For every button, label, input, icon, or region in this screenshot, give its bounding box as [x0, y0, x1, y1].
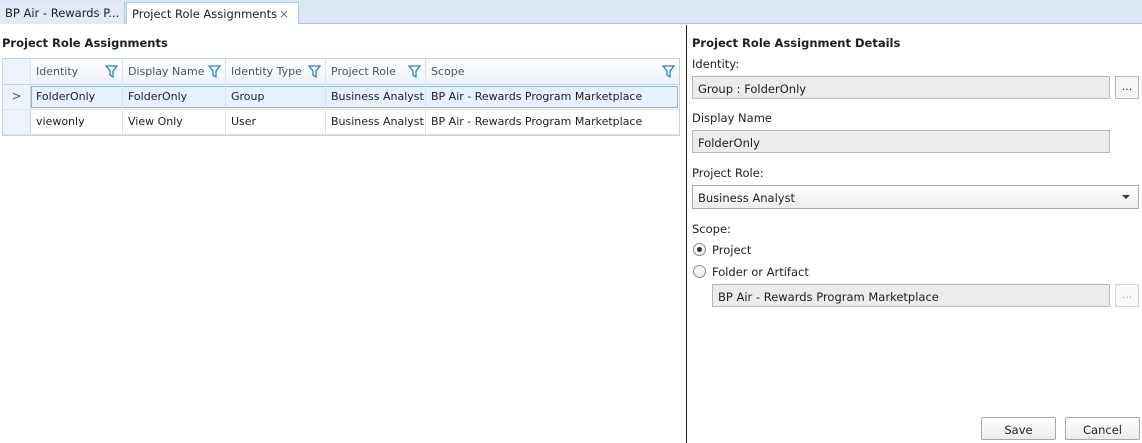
column-header-display-name[interactable]: Display Name — [123, 59, 226, 84]
project-role-select[interactable]: Business Analyst — [692, 185, 1139, 209]
cell-display-name: FolderOnly — [123, 86, 226, 110]
cell-identity: FolderOnly — [31, 86, 123, 110]
save-button[interactable]: Save — [981, 417, 1056, 440]
cell-project-role: Business Analyst — [326, 86, 426, 110]
project-role-value: Business Analyst — [698, 191, 796, 205]
folder-artifact-field[interactable]: BP Air - Rewards Program Marketplace — [712, 284, 1110, 307]
row-indicator — [3, 110, 31, 134]
row-indicator-header — [3, 59, 31, 84]
row-indicator: > — [3, 85, 31, 109]
tab-project-role-assignments[interactable]: Project Role Assignments × — [126, 2, 299, 25]
assignments-pane: Project Role Assignments Identity Displa… — [0, 25, 686, 443]
radio-button[interactable] — [693, 265, 706, 278]
close-icon[interactable]: × — [279, 7, 289, 21]
radio-label: Folder or Artifact — [712, 265, 809, 279]
identity-field[interactable]: Group : FolderOnly — [692, 76, 1110, 99]
cell-scope: BP Air - Rewards Program Marketplace — [431, 115, 643, 128]
radio-button-checked[interactable] — [693, 243, 706, 256]
grid-header: Identity Display Name Identity Type Proj… — [3, 59, 679, 85]
tab-label: Project Role Assignments — [132, 7, 278, 21]
cell-identity-type: User — [226, 111, 326, 135]
chevron-down-icon — [1122, 195, 1130, 199]
table-row[interactable]: viewonly View Only User Business Analyst… — [3, 110, 679, 135]
column-header-identity-type[interactable]: Identity Type — [226, 59, 326, 84]
details-pane: Project Role Assignment Details Identity… — [687, 25, 1142, 443]
scope-label: Scope: — [692, 222, 731, 236]
assignments-grid: Identity Display Name Identity Type Proj… — [2, 58, 680, 136]
display-name-field[interactable]: FolderOnly — [692, 130, 1110, 153]
filter-icon[interactable] — [662, 65, 675, 78]
filter-icon[interactable] — [408, 65, 421, 78]
display-name-label: Display Name — [692, 111, 772, 125]
cell-identity: viewonly — [31, 111, 123, 135]
column-header-project-role[interactable]: Project Role — [326, 59, 426, 84]
assignments-title: Project Role Assignments — [2, 36, 168, 50]
radio-label: Project — [712, 243, 752, 257]
project-role-label: Project Role: — [692, 166, 764, 180]
tab-strip: BP Air - Rewards P... Project Role Assig… — [0, 0, 1142, 25]
identity-browse-button[interactable]: ... — [1115, 76, 1139, 99]
cancel-button[interactable]: Cancel — [1065, 417, 1140, 440]
details-title: Project Role Assignment Details — [692, 36, 901, 50]
table-row[interactable]: > FolderOnly FolderOnly Group Business A… — [3, 85, 679, 110]
cell-project-role: Business Analyst — [326, 111, 426, 135]
cell-display-name: View Only — [123, 111, 226, 135]
column-header-scope[interactable]: Scope — [426, 59, 679, 84]
identity-label: Identity: — [692, 57, 740, 71]
filter-icon[interactable] — [208, 65, 221, 78]
tab-label: BP Air - Rewards P... — [5, 6, 120, 20]
filter-icon[interactable] — [308, 65, 321, 78]
cell-scope: BP Air - Rewards Program Marketplace — [431, 90, 643, 103]
folder-browse-button[interactable]: ... — [1115, 284, 1139, 307]
cell-identity-type: Group — [226, 86, 326, 110]
column-header-identity[interactable]: Identity — [31, 59, 123, 84]
tab-bp-air-rewards[interactable]: BP Air - Rewards P... — [0, 2, 125, 24]
filter-icon[interactable] — [105, 65, 118, 78]
